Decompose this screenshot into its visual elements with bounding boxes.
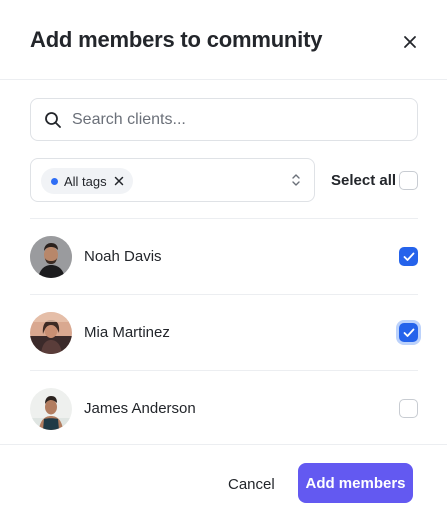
- member-checkbox[interactable]: [399, 247, 418, 266]
- tag-chip-label: All tags: [64, 173, 107, 189]
- close-icon: [404, 36, 416, 48]
- avatar: [30, 312, 72, 354]
- chevron-up-down-icon: [290, 172, 302, 188]
- select-all-label: Select all: [331, 172, 397, 189]
- member-name: James Anderson: [84, 400, 196, 417]
- avatar: [30, 388, 72, 430]
- member-checkbox[interactable]: [399, 323, 418, 342]
- tag-filter-select[interactable]: All tags: [30, 158, 315, 202]
- member-name: Noah Davis: [84, 248, 162, 265]
- add-members-button[interactable]: Add members: [298, 463, 413, 503]
- check-icon: [403, 252, 414, 261]
- close-button[interactable]: [398, 30, 422, 54]
- dialog-title: Add members to community: [30, 27, 323, 52]
- cancel-button[interactable]: Cancel: [220, 472, 283, 496]
- avatar: [30, 236, 72, 278]
- member-checkbox[interactable]: [399, 399, 418, 418]
- member-row[interactable]: Mia Martinez: [30, 295, 418, 371]
- select-all-checkbox[interactable]: [399, 171, 418, 190]
- search-icon: [44, 111, 62, 129]
- close-icon: [114, 176, 123, 186]
- dialog-header: Add members to community: [0, 0, 447, 80]
- tag-color-dot: [51, 177, 58, 185]
- search-field[interactable]: [30, 98, 418, 141]
- member-row[interactable]: Noah Davis: [30, 219, 418, 295]
- search-input[interactable]: [72, 110, 392, 129]
- member-row[interactable]: James Anderson: [30, 371, 418, 447]
- check-icon: [403, 328, 414, 337]
- tag-remove-button[interactable]: [113, 175, 125, 187]
- tag-chip: All tags: [41, 168, 133, 194]
- member-name: Mia Martinez: [84, 324, 170, 341]
